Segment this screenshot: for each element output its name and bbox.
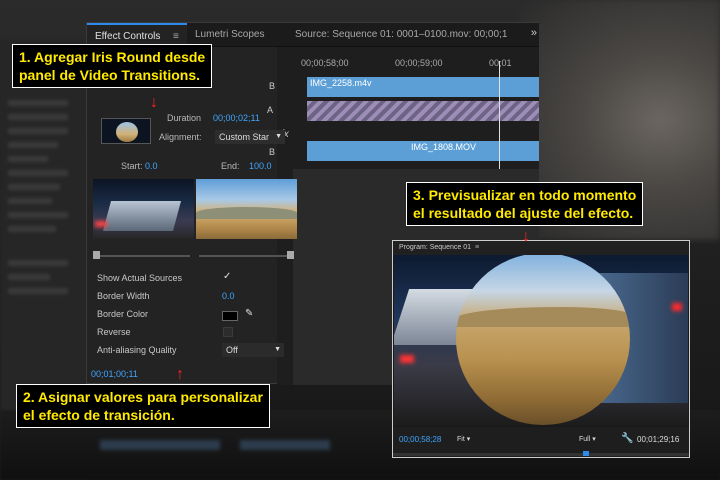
- duration-value[interactable]: 00;00;02;11: [213, 113, 260, 123]
- alignment-label: Alignment:: [159, 132, 202, 142]
- track-letter: B: [269, 147, 276, 157]
- end-label: End:: [221, 161, 240, 171]
- end-slider-handle[interactable]: [287, 251, 294, 259]
- program-controls: 00;00;58;28 Fit ▾ Full ▾ 🔧 00;01;29;16: [393, 427, 689, 457]
- wrench-icon[interactable]: 🔧: [621, 433, 633, 444]
- fit-dropdown[interactable]: Fit ▾: [457, 435, 470, 443]
- resolution-dropdown[interactable]: Full ▾: [579, 435, 596, 443]
- program-title[interactable]: Program: Sequence 01: [399, 244, 471, 251]
- start-preview: [93, 179, 194, 239]
- chevron-down-icon: ▾: [592, 436, 596, 443]
- program-header: Program: Sequence 01 ≡: [393, 241, 689, 255]
- transition-iris-round[interactable]: [307, 101, 539, 121]
- program-timecode[interactable]: 00;00;58;28: [399, 435, 441, 444]
- ruler-label: 00;00;58;00: [301, 58, 349, 68]
- alignment-dropdown[interactable]: Custom Star ▼: [215, 130, 285, 144]
- chevron-down-icon: ▾: [466, 436, 471, 443]
- program-scrubber[interactable]: [393, 453, 689, 456]
- aa-label: Anti-aliasing Quality: [97, 345, 177, 355]
- border-color-swatch[interactable]: [222, 311, 238, 321]
- program-video-frame: [394, 255, 688, 425]
- show-actual-sources-label: Show Actual Sources: [97, 273, 183, 283]
- end-slider[interactable]: [199, 255, 294, 257]
- show-actual-sources-checkbox[interactable]: ✓: [223, 272, 233, 282]
- start-value[interactable]: 0.0: [145, 161, 158, 171]
- track-letter: A: [267, 105, 274, 115]
- end-value[interactable]: 100.0: [249, 161, 272, 171]
- ruler-label: 00;00;59;00: [395, 58, 443, 68]
- chevron-down-icon: ▼: [275, 133, 282, 140]
- track-letter: B: [269, 81, 276, 91]
- program-duration: 00;01;29;16: [637, 435, 680, 444]
- chevron-down-icon: ▼: [274, 346, 281, 353]
- panel-overflow-icon[interactable]: »: [531, 27, 537, 39]
- callout-step-1: 1. Agregar Iris Round desde panel de Vid…: [12, 44, 213, 88]
- callout-step-2: 2. Asignar valores para personalizar el …: [16, 384, 270, 428]
- playhead[interactable]: [499, 61, 500, 171]
- clip-a[interactable]: IMG_2258.m4v: [307, 77, 539, 97]
- reverse-checkbox[interactable]: [223, 327, 233, 337]
- duration-label: Duration: [167, 113, 202, 123]
- arrow-up-icon: ↑: [176, 366, 184, 383]
- program-monitor: Program: Sequence 01 ≡ 00;00;58;28 Fit ▾…: [392, 240, 690, 458]
- ec-timecode[interactable]: 00;01;00;11: [91, 369, 138, 379]
- ruler-label: 00;01: [489, 58, 512, 68]
- border-color-label: Border Color: [97, 309, 149, 319]
- tab-source-monitor[interactable]: Source: Sequence 01: 0001–0100.mov: 00;0…: [287, 23, 517, 47]
- border-width-value[interactable]: 0.0: [222, 291, 235, 301]
- start-label: Start:: [121, 161, 143, 171]
- iris-round-preview: [456, 255, 630, 425]
- start-slider[interactable]: [95, 255, 190, 257]
- program-scrubber-handle[interactable]: [583, 451, 589, 456]
- eyedropper-icon[interactable]: ✎: [245, 308, 253, 319]
- transition-thumbnail: [101, 118, 151, 144]
- arrow-down-icon: ↓: [522, 228, 530, 245]
- arrow-down-icon: ↓: [150, 94, 158, 111]
- program-menu-icon[interactable]: ≡: [475, 241, 479, 255]
- callout-step-3: 3. Previsualizar en todo momento el resu…: [406, 182, 644, 226]
- reverse-label: Reverse: [97, 327, 131, 337]
- aa-quality-dropdown[interactable]: Off ▼: [222, 343, 284, 357]
- end-preview: [196, 179, 297, 239]
- start-slider-handle[interactable]: [93, 251, 100, 259]
- clip-b[interactable]: IMG_1808.MOV: [307, 141, 539, 161]
- border-width-label: Border Width: [97, 291, 150, 301]
